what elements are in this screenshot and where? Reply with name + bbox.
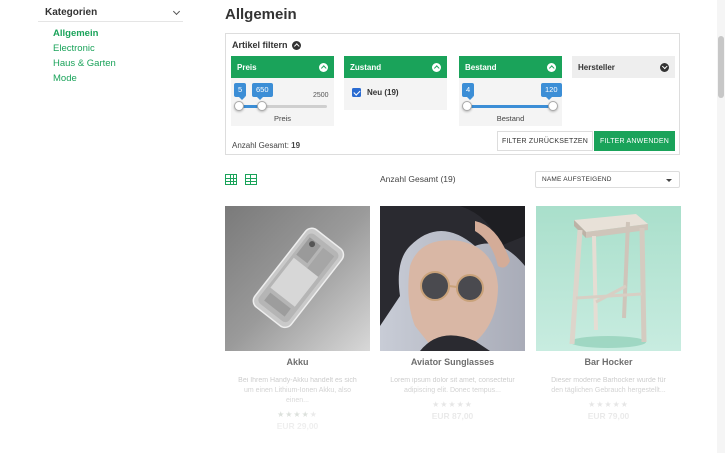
filter-heading-label: Artikel filtern (232, 40, 288, 50)
chevron-down-circle-icon[interactable] (660, 62, 669, 72)
caret-down-icon (666, 179, 672, 182)
product-description: Lorem ipsum dolor sit amet, consectetur … (390, 377, 515, 394)
stool-image (536, 206, 681, 351)
preis-min-tooltip: 5 (234, 83, 247, 99)
category-item-electronic[interactable]: Electronic (53, 41, 183, 56)
filter-preis-label: Preis (237, 62, 257, 72)
bestand-caption: Bestand (496, 114, 525, 123)
category-sidebar: Kategorien Allgemein Electronic Haus & G… (38, 4, 183, 86)
chevron-up-circle-icon[interactable] (291, 40, 301, 50)
star-icon: ★ (620, 400, 629, 409)
product-description: Dieser moderne Barhocker wurde für den t… (551, 377, 666, 394)
product-count: Anzahl Gesamt (19) (380, 174, 456, 184)
chevron-down-icon[interactable] (171, 7, 183, 19)
chevron-up-circle-icon[interactable] (547, 62, 556, 72)
page-scrollbar[interactable] (717, 0, 725, 453)
list-view-icon[interactable] (245, 174, 257, 185)
preis-max-tooltip: 650 (252, 83, 273, 99)
filter-preis: Preis 5 650 2500 Preis (231, 56, 334, 126)
bestand-max-tooltip: 120 (541, 83, 562, 99)
filter-hersteller[interactable]: Hersteller (572, 56, 675, 78)
star-icon: ★ (448, 400, 457, 409)
star-icon: ★ (301, 410, 310, 419)
product-card[interactable]: Akku Bei Ihrem Handy-Akku handelt es sic… (225, 206, 370, 431)
category-header[interactable]: Kategorien (38, 4, 183, 22)
rating-stars: ★★★★★ (536, 400, 681, 409)
preis-caption: Preis (273, 114, 292, 123)
product-card[interactable]: Bar Hocker Dieser moderne Barhocker wurd… (536, 206, 681, 421)
preis-min-handle[interactable] (234, 101, 244, 111)
product-name[interactable]: Akku (225, 357, 370, 367)
star-icon: ★ (293, 410, 302, 419)
filter-bestand-label: Bestand (465, 62, 497, 72)
filter-total: Anzahl Gesamt: 19 (232, 141, 300, 150)
checkbox-checked-icon[interactable] (352, 88, 361, 97)
star-icon: ★ (456, 400, 465, 409)
filter-zustand: Zustand Neu (19) (344, 56, 447, 110)
product-description: Bei Ihrem Handy-Akku handelt es sich um … (238, 377, 357, 404)
star-icon: ★ (309, 410, 318, 419)
grid-view-icon[interactable] (225, 174, 237, 185)
filter-panel: Artikel filtern Preis 5 650 2500 Preis Z… (225, 33, 680, 155)
preis-range-max: 2500 (313, 92, 329, 99)
chevron-up-circle-icon[interactable] (319, 62, 328, 72)
filter-bestand: Bestand 4 120 Bestand (459, 56, 562, 126)
filter-total-value: 19 (291, 141, 301, 150)
star-icon: ★ (432, 400, 441, 409)
category-item-haus-garten[interactable]: Haus & Garten (53, 56, 183, 71)
zustand-option-neu[interactable]: Neu (19) (352, 88, 399, 97)
sort-select-value: NAME AUFSTEIGEND (542, 176, 612, 183)
zustand-option-label: Neu (19) (367, 88, 399, 97)
filter-zustand-label: Zustand (350, 62, 382, 72)
product-image-sunglasses[interactable] (380, 206, 525, 351)
product-price: EUR 79,00 (587, 411, 630, 421)
bestand-min-tooltip: 4 (462, 83, 475, 99)
category-list: Allgemein Electronic Haus & Garten Mode (38, 26, 183, 86)
product-image-stool[interactable] (536, 206, 681, 351)
star-icon: ★ (277, 410, 286, 419)
filter-heading[interactable]: Artikel filtern (232, 40, 301, 50)
category-title: Kategorien (45, 7, 98, 18)
filter-preis-header[interactable]: Preis (231, 56, 334, 78)
star-icon: ★ (604, 400, 613, 409)
rating-stars: ★★★★★ (380, 400, 525, 409)
apply-filter-button[interactable]: FILTER ANWENDEN (594, 131, 675, 151)
sunglasses-image (380, 206, 525, 351)
filter-total-label: Anzahl Gesamt: (232, 141, 289, 150)
filter-hersteller-header[interactable]: Hersteller (572, 56, 675, 78)
filter-zustand-header[interactable]: Zustand (344, 56, 447, 78)
phone-image (225, 206, 370, 351)
bestand-min-handle[interactable] (462, 101, 472, 111)
product-card[interactable]: Aviator Sunglasses Lorem ipsum dolor sit… (380, 206, 525, 421)
sort-select[interactable]: NAME AUFSTEIGEND (535, 171, 680, 188)
category-item-allgemein[interactable]: Allgemein (53, 26, 183, 41)
filter-hersteller-label: Hersteller (578, 62, 615, 72)
category-item-mode[interactable]: Mode (53, 71, 183, 86)
bestand-slider-range (467, 105, 554, 108)
view-switcher (225, 174, 257, 185)
star-icon: ★ (464, 400, 473, 409)
reset-filter-button[interactable]: FILTER ZURÜCKSETZEN (497, 131, 593, 151)
rating-stars: ★★★★★ (225, 410, 370, 419)
product-price: EUR 87,00 (431, 411, 474, 421)
preis-max-handle[interactable] (257, 101, 267, 111)
scrollbar-thumb[interactable] (718, 36, 724, 98)
product-name[interactable]: Aviator Sunglasses (380, 357, 525, 367)
page-title: Allgemein (225, 6, 297, 23)
filter-bestand-header[interactable]: Bestand (459, 56, 562, 78)
star-icon: ★ (588, 400, 597, 409)
chevron-up-circle-icon[interactable] (432, 62, 441, 72)
bestand-max-handle[interactable] (548, 101, 558, 111)
product-name[interactable]: Bar Hocker (536, 357, 681, 367)
star-icon: ★ (612, 400, 621, 409)
product-price: EUR 29,00 (276, 421, 319, 431)
product-image-phone[interactable] (225, 206, 370, 351)
